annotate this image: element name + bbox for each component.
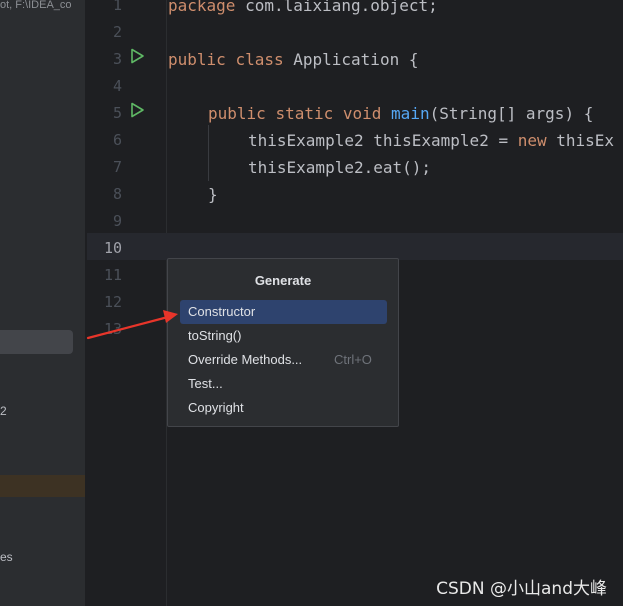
watermark: CSDN @小山and大峰	[436, 579, 607, 599]
annotation-arrow-icon	[86, 310, 178, 340]
